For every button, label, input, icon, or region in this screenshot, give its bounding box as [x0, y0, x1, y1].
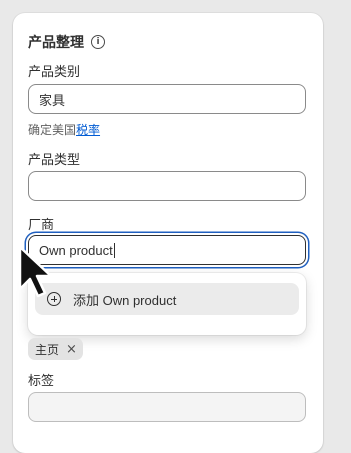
category-input[interactable]: 家具 — [28, 84, 306, 114]
tax-helper-text: 确定美国税率 — [28, 121, 100, 138]
product-type-label: 产品类型 — [28, 152, 81, 167]
category-label: 产品类别 — [28, 64, 81, 79]
info-icon[interactable]: i — [91, 35, 105, 49]
product-organization-card: 产品整理 i 产品类别 家具 确定美国税率 产品类型 厂商 Own produc… — [13, 13, 323, 453]
vendor-label: 厂商 — [28, 217, 55, 232]
tags-label: 标签 — [28, 373, 55, 388]
section-header: 产品整理 i — [28, 32, 105, 52]
mouse-pointer-icon — [18, 245, 53, 298]
close-icon[interactable]: × — [66, 342, 77, 357]
collection-tag: 主页 × — [28, 338, 83, 360]
section-title: 产品整理 — [28, 34, 84, 50]
vendor-suggestion-dropdown: 添加 Own product — [28, 273, 306, 335]
tax-helper-prefix: 确定美国 — [28, 123, 77, 137]
category-value: 家具 — [39, 92, 66, 108]
text-caret — [113, 242, 115, 258]
add-vendor-option[interactable]: 添加 Own product — [35, 283, 299, 315]
tax-rate-link[interactable]: 税率 — [76, 123, 100, 137]
product-type-input[interactable] — [28, 171, 306, 201]
vendor-input[interactable]: Own product — [28, 235, 306, 265]
tags-input[interactable] — [28, 392, 306, 422]
add-vendor-option-label: 添加 Own product — [73, 292, 177, 308]
collection-tag-label: 主页 — [35, 342, 60, 357]
